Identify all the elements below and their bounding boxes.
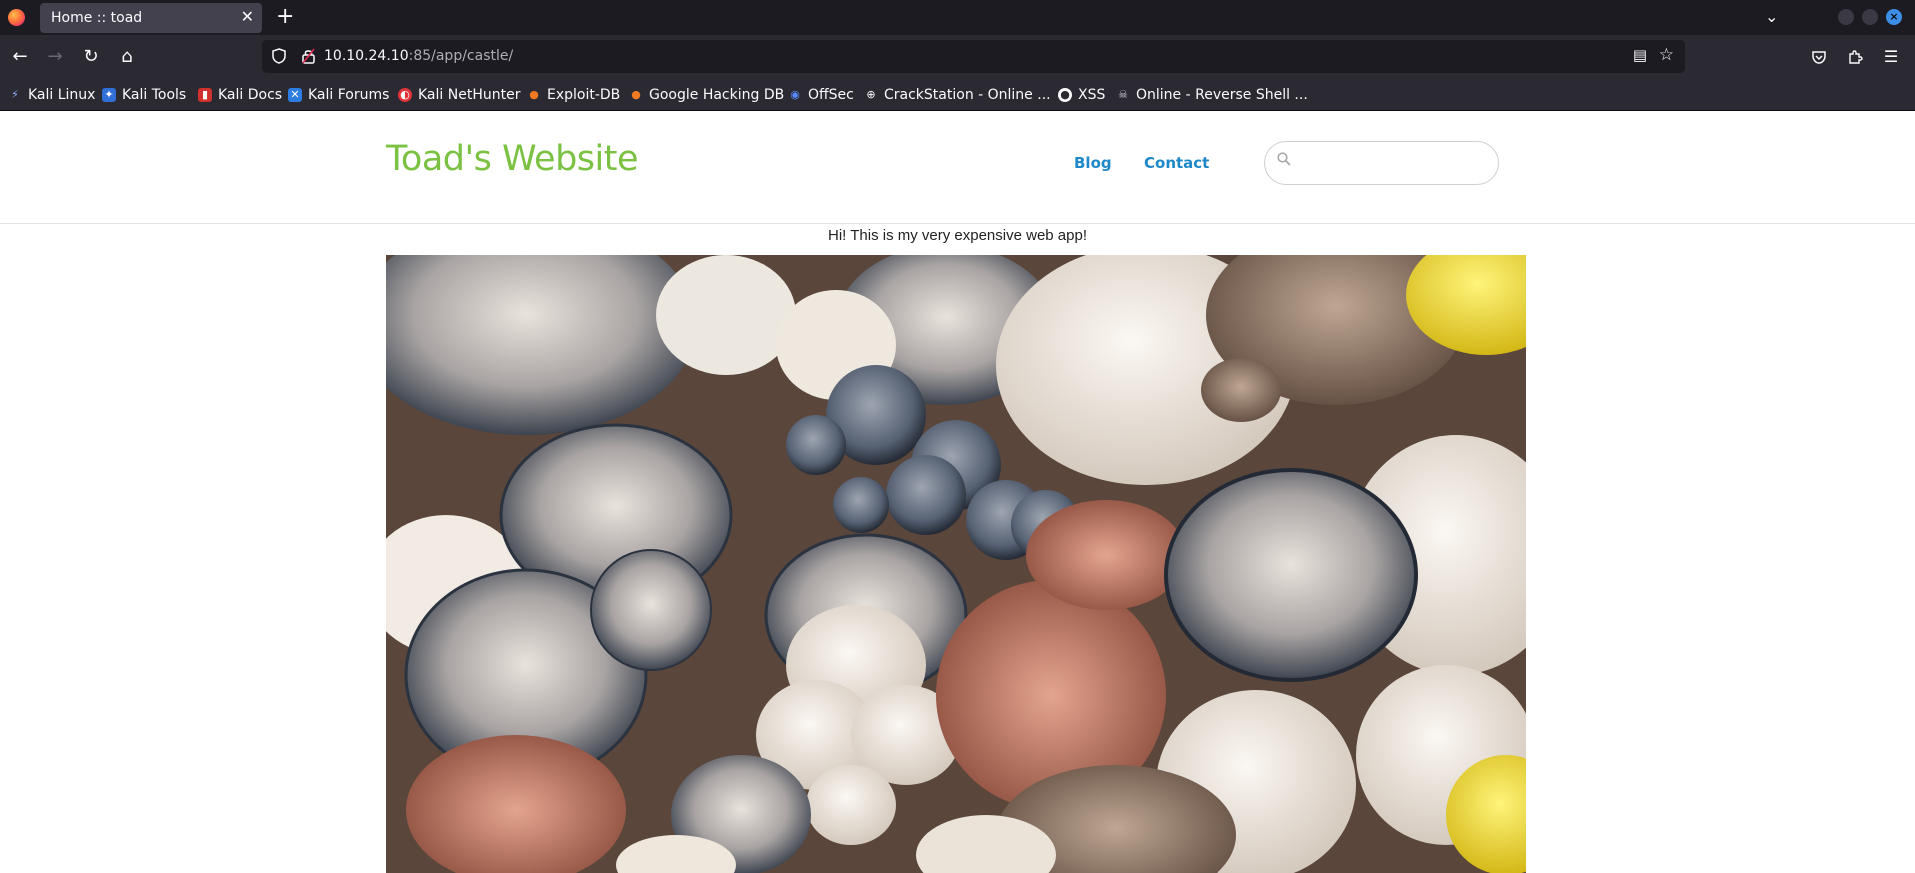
hamburger-menu-icon[interactable]: ☰ [1879,45,1903,69]
kali-docs-icon: ▮ [198,88,212,102]
kali-linux-icon: ⚡ [11,88,19,101]
bookmark-star-icon[interactable]: ☆ [1659,45,1674,65]
bookmarks-toolbar: ⚡ Kali Linux ✦ Kali Tools ▮ Kali Docs ✕ … [0,78,1915,111]
skull-icon: ☠ [1118,88,1128,101]
navigation-toolbar: ← → ↻ ⌂ 10.10.24.10:85/app/castle/ ▤ ☆ ☰ [0,35,1915,78]
nav-link-blog[interactable]: Blog [1074,154,1112,172]
reload-icon[interactable]: ↻ [79,45,103,69]
firefox-icon[interactable] [8,9,25,26]
browser-window: Home :: toad ✕ + ⌄ × ← → ↻ ⌂ 10.10.24.10… [0,0,1915,873]
search-input[interactable] [1299,150,1489,176]
bookmark-kali-tools[interactable]: ✦ Kali Tools [102,85,186,105]
close-tab-icon[interactable]: ✕ [241,7,254,27]
home-icon[interactable]: ⌂ [115,45,139,69]
mushroom-photo [386,255,1526,873]
back-arrow-icon[interactable]: ← [8,45,32,69]
offsec-icon: ◉ [790,88,800,101]
github-icon: ● [1058,88,1072,102]
nav-link-contact[interactable]: Contact [1144,154,1209,172]
url-bar[interactable]: 10.10.24.10:85/app/castle/ ▤ ☆ [262,40,1685,73]
active-tab[interactable]: Home :: toad ✕ [40,3,262,33]
bookmark-exploit-db[interactable]: ● Exploit-DB [527,85,620,105]
kali-tools-icon: ✦ [102,88,116,102]
mushroom-hero-image [386,255,1526,873]
globe-icon: ⊕ [866,88,876,101]
url-text[interactable]: 10.10.24.10:85/app/castle/ [324,48,513,64]
site-title[interactable]: Toad's Website [386,139,639,179]
maximize-window-button[interactable] [1862,9,1878,25]
bookmark-google-hacking-db[interactable]: ● Google Hacking DB [629,85,784,105]
minimize-window-button[interactable] [1838,9,1854,25]
bookmark-xss[interactable]: ● XSS [1058,85,1105,105]
close-window-button[interactable]: × [1886,9,1902,25]
tab-title: Home :: toad [51,10,143,26]
bookmark-kali-nethunter[interactable]: ◐ Kali NetHunter [398,85,520,105]
insecure-lock-icon[interactable] [302,48,315,68]
bookmark-crackstation[interactable]: ⊕ CrackStation - Online ... [864,85,1050,105]
pocket-icon[interactable] [1807,45,1831,72]
kali-forums-icon: ✕ [288,88,302,102]
new-tab-button[interactable]: + [276,5,294,29]
ghdb-icon: ● [631,88,641,101]
tab-strip: Home :: toad ✕ + ⌄ × [0,0,1915,35]
bookmark-kali-docs[interactable]: ▮ Kali Docs [198,85,282,105]
kali-nethunter-icon: ◐ [398,88,412,102]
search-icon [1277,152,1291,170]
chevron-down-icon[interactable]: ⌄ [1765,7,1778,26]
extensions-icon[interactable] [1843,45,1867,72]
reader-view-icon[interactable]: ▤ [1633,46,1647,64]
tracking-shield-icon[interactable] [272,48,288,65]
site-header: Toad's Website Blog Contact [0,111,1915,224]
bookmark-kali-forums[interactable]: ✕ Kali Forums [288,85,389,105]
exploit-db-icon: ● [529,88,539,101]
search-box[interactable] [1264,141,1499,185]
intro-text: Hi! This is my very expensive web app! [828,227,1087,244]
page-content: Toad's Website Blog Contact Hi! This is … [0,111,1915,873]
bookmark-reverse-shell[interactable]: ☠ Online - Reverse Shell ... [1116,85,1308,105]
forward-arrow-icon[interactable]: → [43,45,67,69]
bookmark-offsec[interactable]: ◉ OffSec [788,85,854,105]
bookmark-kali-linux[interactable]: ⚡ Kali Linux [8,85,95,105]
